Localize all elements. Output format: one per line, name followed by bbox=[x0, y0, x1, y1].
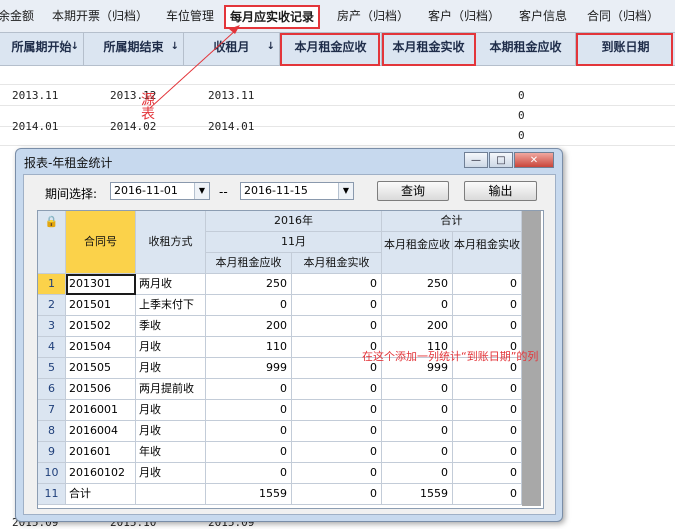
row-number[interactable]: 5 bbox=[38, 358, 66, 379]
cell-total-due[interactable]: 0 bbox=[382, 295, 453, 316]
add-column-note: 在这个添加一列统计“到账日期”的列 bbox=[362, 350, 539, 363]
chevron-down-icon[interactable]: ▼ bbox=[194, 183, 209, 199]
cell-total-paid[interactable]: 0 bbox=[453, 379, 522, 400]
cell-contract[interactable]: 201301 bbox=[66, 274, 136, 295]
date-separator: -- bbox=[219, 185, 228, 199]
cell-paid[interactable]: 0 bbox=[292, 463, 382, 484]
cell-due[interactable]: 200 bbox=[206, 316, 292, 337]
source-table-label: 源表 bbox=[139, 92, 155, 120]
cell-total-paid[interactable]: 0 bbox=[453, 274, 522, 295]
cell-paid[interactable]: 0 bbox=[292, 484, 382, 505]
row-number[interactable]: 9 bbox=[38, 442, 66, 463]
cell-paid[interactable]: 0 bbox=[292, 379, 382, 400]
cell-total-due[interactable]: 200 bbox=[382, 316, 453, 337]
cell-contract[interactable]: 20160102 bbox=[66, 463, 136, 484]
cell-due[interactable]: 0 bbox=[206, 421, 292, 442]
cell-pay-mode[interactable] bbox=[136, 484, 206, 505]
header-year: 2016年 bbox=[206, 211, 382, 232]
cell-total-due[interactable]: 250 bbox=[382, 274, 453, 295]
corner-lock-icon[interactable]: 🔒 bbox=[38, 211, 66, 274]
cell-due[interactable]: 110 bbox=[206, 337, 292, 358]
cell-total-paid[interactable]: 0 bbox=[453, 316, 522, 337]
cell-paid[interactable]: 0 bbox=[292, 274, 382, 295]
minimize-icon[interactable]: — bbox=[464, 152, 488, 168]
chevron-down-icon[interactable]: ▼ bbox=[338, 183, 353, 199]
header-total: 合计 bbox=[382, 211, 522, 232]
cell-pay-mode[interactable]: 月收 bbox=[136, 358, 206, 379]
row-number[interactable]: 10 bbox=[38, 463, 66, 484]
cell-contract[interactable]: 2016004 bbox=[66, 421, 136, 442]
cell-pay-mode[interactable]: 月收 bbox=[136, 400, 206, 421]
row-number[interactable]: 1 bbox=[38, 274, 66, 295]
cell-paid[interactable]: 0 bbox=[292, 295, 382, 316]
row-number[interactable]: 3 bbox=[38, 316, 66, 337]
cell-pay-mode[interactable]: 两月提前收 bbox=[136, 379, 206, 400]
cell-pay-mode[interactable]: 月收 bbox=[136, 463, 206, 484]
cell-contract[interactable]: 201506 bbox=[66, 379, 136, 400]
cell-contract[interactable]: 201504 bbox=[66, 337, 136, 358]
cell-due[interactable]: 0 bbox=[206, 463, 292, 484]
cell-contract[interactable]: 2016001 bbox=[66, 400, 136, 421]
cell-paid[interactable]: 0 bbox=[292, 316, 382, 337]
cell-due[interactable]: 1559 bbox=[206, 484, 292, 505]
cell-total-paid[interactable]: 0 bbox=[453, 400, 522, 421]
period-label: 期间选择: bbox=[45, 187, 98, 201]
header-total-paid[interactable]: 本月租金实收 bbox=[453, 232, 522, 274]
date-from-combo[interactable]: 2016-11-01 ▼ bbox=[110, 182, 210, 200]
cell-due[interactable]: 0 bbox=[206, 295, 292, 316]
cell-contract[interactable]: 201502 bbox=[66, 316, 136, 337]
header-pay-mode[interactable]: 收租方式 bbox=[136, 211, 206, 274]
cell-total-paid[interactable]: 0 bbox=[453, 463, 522, 484]
dialog-title: 报表-年租金统计 bbox=[24, 156, 113, 170]
cell-due[interactable]: 250 bbox=[206, 274, 292, 295]
cell-contract[interactable]: 201601 bbox=[66, 442, 136, 463]
query-button[interactable]: 查询 bbox=[377, 181, 449, 201]
cell-total-due[interactable]: 0 bbox=[382, 400, 453, 421]
cell-total-due[interactable]: 1559 bbox=[382, 484, 453, 505]
cell-contract[interactable]: 合计 bbox=[66, 484, 136, 505]
close-icon[interactable]: ✕ bbox=[514, 152, 554, 168]
cell-pay-mode[interactable]: 月收 bbox=[136, 421, 206, 442]
row-number[interactable]: 2 bbox=[38, 295, 66, 316]
row-number[interactable]: 8 bbox=[38, 421, 66, 442]
window-controls: — □ ✕ bbox=[463, 152, 554, 168]
cell-due[interactable]: 999 bbox=[206, 358, 292, 379]
cell-total-paid[interactable]: 0 bbox=[453, 484, 522, 505]
cell-total-due[interactable]: 0 bbox=[382, 379, 453, 400]
header-total-due[interactable]: 本月租金应收 bbox=[382, 232, 453, 274]
date-from-value: 2016-11-01 bbox=[114, 184, 178, 197]
header-contract[interactable]: 合同号 bbox=[66, 211, 136, 274]
cell-pay-mode[interactable]: 两月收 bbox=[136, 274, 206, 295]
export-button[interactable]: 输出 bbox=[464, 181, 537, 201]
header-paid[interactable]: 本月租金实收 bbox=[292, 253, 382, 274]
cell-pay-mode[interactable]: 年收 bbox=[136, 442, 206, 463]
cell-total-paid[interactable]: 0 bbox=[453, 421, 522, 442]
cell-paid[interactable]: 0 bbox=[292, 442, 382, 463]
cell-contract[interactable]: 201505 bbox=[66, 358, 136, 379]
maximize-icon[interactable]: □ bbox=[489, 152, 513, 168]
cell-due[interactable]: 0 bbox=[206, 442, 292, 463]
cell-contract[interactable]: 201501 bbox=[66, 295, 136, 316]
header-due[interactable]: 本月租金应收 bbox=[206, 253, 292, 274]
row-number[interactable]: 6 bbox=[38, 379, 66, 400]
cell-total-paid[interactable]: 0 bbox=[453, 442, 522, 463]
date-to-combo[interactable]: 2016-11-15 ▼ bbox=[240, 182, 354, 200]
cell-pay-mode[interactable]: 月收 bbox=[136, 337, 206, 358]
cell-total-paid[interactable]: 0 bbox=[453, 295, 522, 316]
cell-pay-mode[interactable]: 季收 bbox=[136, 316, 206, 337]
cell-pay-mode[interactable]: 上季末付下 bbox=[136, 295, 206, 316]
row-number[interactable]: 11 bbox=[38, 484, 66, 505]
cell-due[interactable]: 0 bbox=[206, 400, 292, 421]
cell-total-due[interactable]: 0 bbox=[382, 463, 453, 484]
cell-total-due[interactable]: 0 bbox=[382, 421, 453, 442]
row-number[interactable]: 4 bbox=[38, 337, 66, 358]
cell-paid[interactable]: 0 bbox=[292, 421, 382, 442]
header-month: 11月 bbox=[206, 232, 382, 253]
row-number[interactable]: 7 bbox=[38, 400, 66, 421]
cell-due[interactable]: 0 bbox=[206, 379, 292, 400]
cell-paid[interactable]: 0 bbox=[292, 400, 382, 421]
cell-total-due[interactable]: 0 bbox=[382, 442, 453, 463]
date-to-value: 2016-11-15 bbox=[244, 184, 308, 197]
